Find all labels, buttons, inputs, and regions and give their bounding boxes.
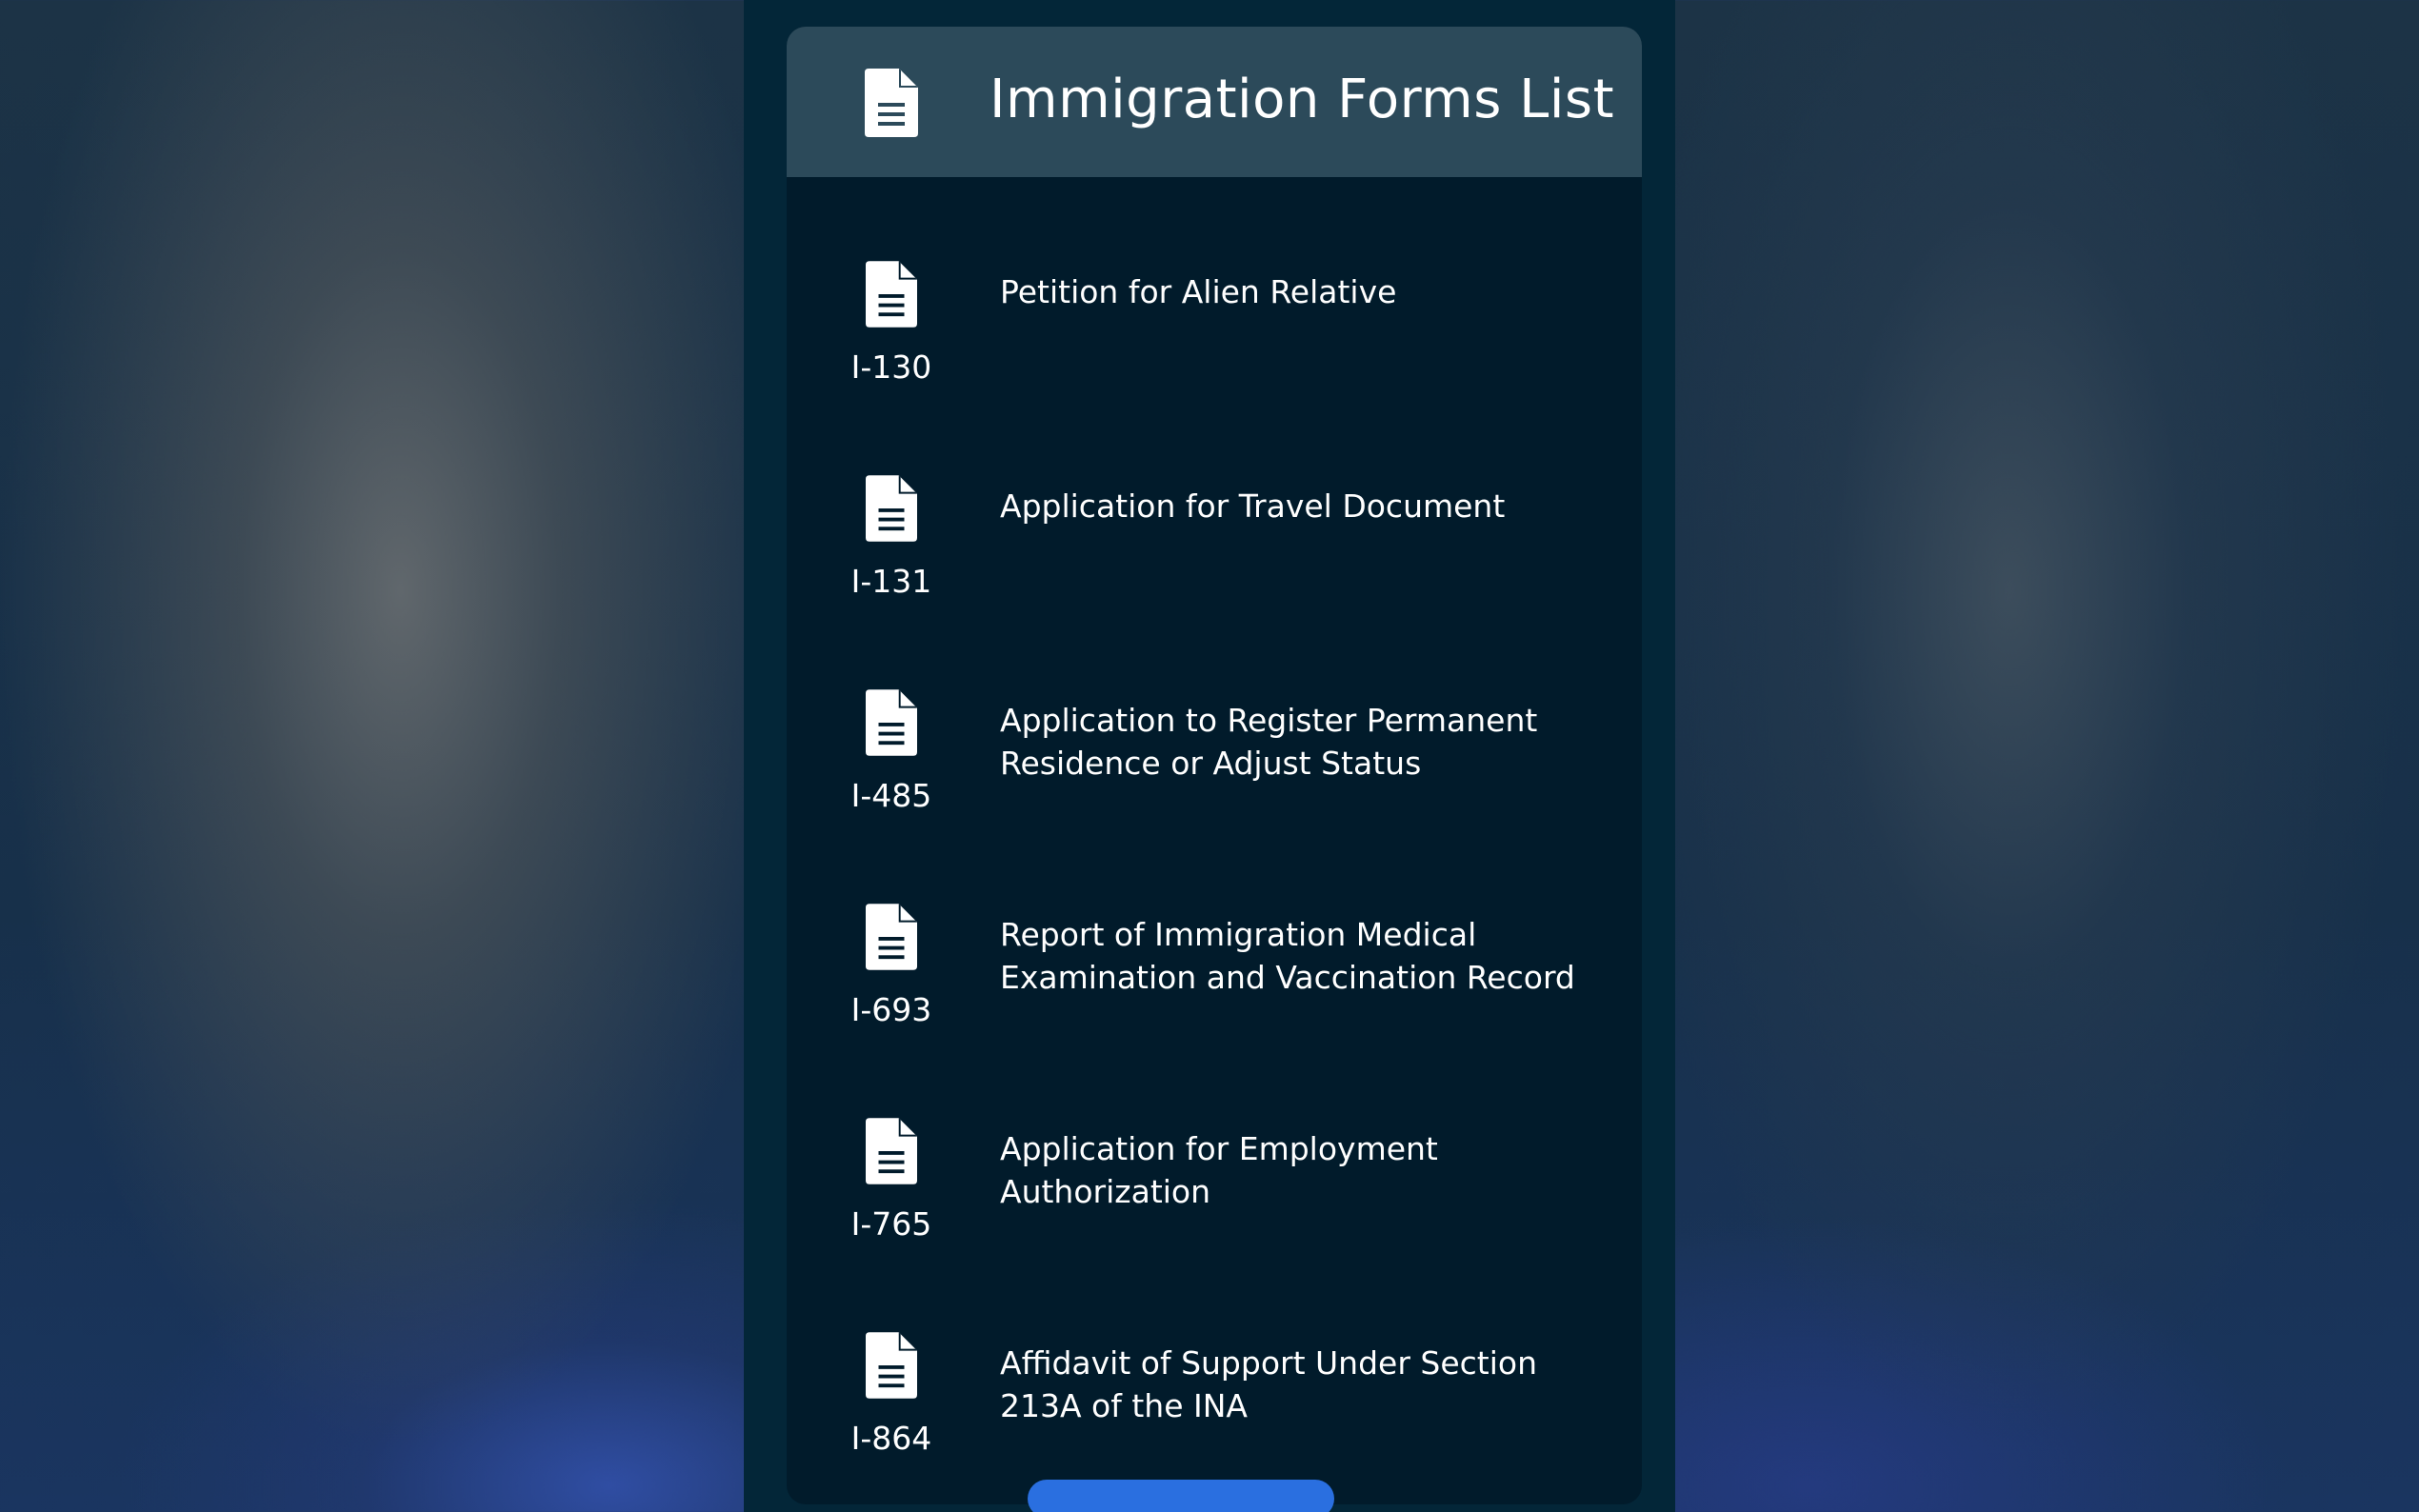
page-title: Immigration Forms List: [990, 69, 1615, 130]
form-code: I-864: [850, 1420, 932, 1457]
header: Immigration Forms List: [787, 27, 1642, 177]
form-code: I-765: [850, 1205, 932, 1243]
form-code: I-485: [850, 777, 932, 814]
forms-card: Immigration Forms List I-130 Petition fo…: [787, 27, 1642, 1504]
list-item[interactable]: I-765 Application for Employment Authori…: [787, 1034, 1642, 1248]
form-code: I-130: [850, 348, 932, 386]
form-description: Report of Immigration Medical Examinatio…: [1000, 916, 1575, 996]
document-icon: [866, 1118, 917, 1184]
document-icon: [866, 261, 917, 328]
app-screen: Immigration Forms List I-130 Petition fo…: [744, 0, 1675, 1512]
document-icon: [866, 904, 917, 970]
form-description: Application for Travel Document: [1000, 487, 1506, 525]
form-description: Application to Register Permanent Reside…: [1000, 702, 1538, 782]
list-item[interactable]: I-131 Application for Travel Document: [787, 391, 1642, 606]
list-item[interactable]: I-130 Petition for Alien Relative: [787, 177, 1642, 391]
form-code: I-693: [850, 991, 932, 1028]
document-icon: [866, 1332, 917, 1399]
form-code: I-131: [850, 563, 932, 600]
form-description: Petition for Alien Relative: [1000, 273, 1397, 310]
list-item[interactable]: I-693 Report of Immigration Medical Exam…: [787, 820, 1642, 1034]
document-icon: [865, 69, 918, 137]
document-icon: [866, 475, 917, 542]
document-icon: [866, 689, 917, 756]
list-item[interactable]: I-485 Application to Register Permanent …: [787, 606, 1642, 820]
forms-list: I-130 Petition for Alien Relative I-131 …: [787, 177, 1642, 1462]
list-item[interactable]: I-864 Affidavit of Support Under Section…: [787, 1248, 1642, 1462]
form-description: Affidavit of Support Under Section 213A …: [1000, 1344, 1537, 1424]
bottom-action-button[interactable]: [1028, 1480, 1334, 1512]
form-description: Application for Employment Authorization: [1000, 1130, 1438, 1210]
